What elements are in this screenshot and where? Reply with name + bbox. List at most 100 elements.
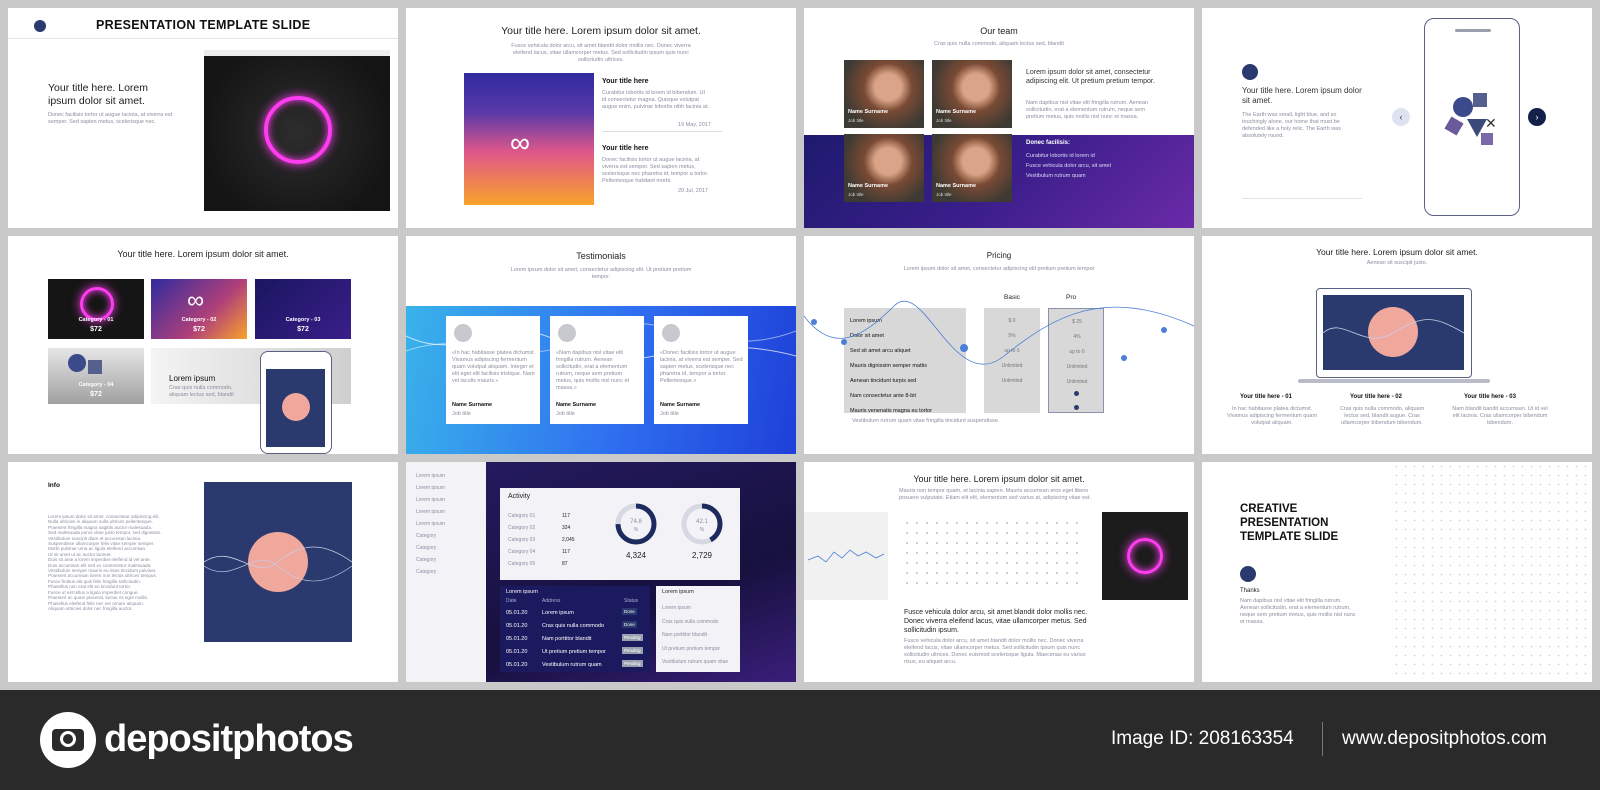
- slide-subtitle: Fusce vehicula dolor arcu, sit amet blan…: [511, 43, 691, 63]
- camera-icon: [40, 712, 96, 768]
- activity-label: Category 03: [508, 537, 536, 543]
- activity-value: 87: [562, 561, 568, 567]
- info-list: Lorem ipsum dolor sit amet, consectetur …: [48, 514, 188, 611]
- slide-8[interactable]: Your title here. Lorem ipsum dolor sit a…: [1202, 236, 1592, 454]
- activity-label: Category 01: [508, 513, 536, 519]
- slide-11[interactable]: Your title here. Lorem ipsum dolor sit a…: [804, 462, 1194, 682]
- list-item: Cras quis nulla commodo: [662, 618, 719, 625]
- slide-body: Donec facilisis tortor ut augue lacinia,…: [48, 112, 173, 125]
- slide-title: Info: [48, 482, 60, 489]
- item-title: Your title here: [602, 145, 649, 152]
- slide-title: Your title here. Lorem ipsum dolor sit a…: [48, 82, 149, 107]
- col-body: Nam blandit bandit accumsan. Ut id vel e…: [1452, 406, 1548, 426]
- list: Curabitur lobortis id lorem id Fusce veh…: [1026, 151, 1111, 181]
- category-card[interactable]: Category - 03 $72: [255, 279, 351, 339]
- chevron-left-icon[interactable]: ‹: [1392, 108, 1410, 126]
- team-lead: Lorem ipsum dolor sit amet, consectetur …: [1026, 69, 1155, 85]
- phone-mockup: ✕: [1424, 18, 1520, 216]
- slide-title: Your title here. Lorem ipsum dolor sit a…: [1242, 86, 1362, 105]
- status-badge: Done: [622, 608, 637, 615]
- sidebar-item: Category: [416, 557, 437, 563]
- image-panel: [204, 56, 390, 211]
- donut-percent: 42.1: [696, 519, 708, 525]
- col-title: Your title here - 02: [1350, 394, 1402, 400]
- status-badge: Pending: [622, 634, 643, 641]
- list-item: Curabitur lobortis id lorem id: [1026, 153, 1095, 159]
- table-cell: Lorem ipsum: [542, 610, 574, 616]
- sidebar: Lorem ipsum Lorem ipsum Lorem ipsum Lorem i…: [406, 462, 486, 682]
- dot-texture: [1392, 462, 1592, 682]
- slide-subtitle: Lorem ipsum dolor sit amet, consectetur …: [510, 267, 692, 280]
- item-body: Donec facilisis tortor ut augue lacinia,…: [602, 157, 709, 184]
- chevron-right-icon[interactable]: ›: [1528, 108, 1546, 126]
- col-body: Cras quis nulla commodo, aliquam lectus …: [1339, 406, 1425, 426]
- slide-7[interactable]: Pricing Lorem ipsum dolor sit amet, cons…: [804, 236, 1194, 454]
- slide-subtitle: Mauris non tempor quam, et lacinia sapie…: [899, 488, 1091, 501]
- activity-title: Activity: [508, 493, 531, 500]
- category-card[interactable]: ∞ Category - 02 $72: [151, 279, 247, 339]
- testimonial-card: «In hac habitasse platea dictumst. Vivam…: [446, 316, 540, 424]
- image-panel: [1102, 512, 1188, 600]
- footnote: Vestibulum rutrum quam vitae fringilla t…: [852, 418, 1000, 424]
- list-item: Vestibulum rutrum quam: [1026, 173, 1086, 179]
- slide-6[interactable]: Testimonials Lorem ipsum dolor sit amet,…: [406, 236, 796, 454]
- donut-unit: %: [700, 527, 705, 533]
- list-item: Nam porttitor blandit: [662, 632, 708, 638]
- list-item: Lorem ipsum: [662, 605, 691, 611]
- activity-value: 117: [562, 549, 570, 555]
- logo-icon: [1242, 64, 1258, 80]
- slide-subtitle: Aenean sit suscipit justo.: [1366, 260, 1428, 266]
- slide-title: Our team: [980, 26, 1018, 36]
- dot-wave: [804, 300, 1194, 365]
- image-panel: [204, 482, 352, 642]
- body-text: Fusce vehicula dolor arcu, sit amet blan…: [904, 638, 1086, 665]
- table-row[interactable]: 05.01.20 Vestibulum rutrum quam Pending: [500, 658, 650, 673]
- gradient-image: ∞: [464, 73, 594, 205]
- sidebar-list: Lorem ipsum Lorem ipsum Lorem ipsum Lorem i…: [416, 470, 445, 578]
- slide-4[interactable]: Your title here. Lorem ipsum dolor sit a…: [1202, 8, 1592, 228]
- item-date: 19 May, 2017: [678, 122, 711, 128]
- activity-card: Activity Category 01 117 Category 02 324 Cat…: [500, 488, 740, 580]
- slide-subtitle: Lorem ipsum dolor sit amet, consectetur …: [903, 266, 1095, 272]
- col-title: Your title here - 01: [1240, 394, 1292, 400]
- orders-table: Lorem ipsum Date Address Status 05.01.20…: [500, 586, 650, 672]
- activity-label: Category 02: [508, 525, 536, 531]
- slide-3[interactable]: Our team Cras quis nulla commodo, aliqua…: [804, 8, 1194, 228]
- sidebar-item: Lorem ipsum: [416, 521, 445, 527]
- team-photo: Name Surname Job title: [844, 134, 924, 202]
- slide-title: Your title here. Lorem ipsum dolor sit a…: [501, 25, 701, 37]
- table-cell: 05.01.20: [506, 610, 528, 616]
- slide-1[interactable]: PRESENTATION TEMPLATE SLIDE Your title h…: [8, 8, 398, 228]
- slide-9[interactable]: Info Lorem ipsum dolor sit amet, consect…: [8, 462, 398, 682]
- logo-icon: [1240, 566, 1256, 582]
- category-card[interactable]: Category - 04 $72: [48, 348, 144, 404]
- slide-title: Your title here. Lorem ipsum dolor sit a…: [1316, 247, 1478, 257]
- activity-row: Category 03 2,045: [508, 534, 578, 546]
- divider: [1242, 198, 1362, 199]
- activity-row: Category 04 117: [508, 546, 578, 558]
- lead-text: Fusce vehicula dolor arcu, sit amet blan…: [904, 609, 1088, 634]
- slide-2[interactable]: Your title here. Lorem ipsum dolor sit a…: [406, 8, 796, 228]
- divider: [602, 131, 722, 132]
- table-cell: Vestibulum rutrum quam: [542, 662, 602, 668]
- category-card[interactable]: Category - 01 $72: [48, 279, 144, 339]
- thanks-label: Thanks: [1240, 588, 1260, 594]
- slide-12[interactable]: CREATIVE PRESENTATION TEMPLATE SLIDE Tha…: [1202, 462, 1592, 682]
- slides-grid: PRESENTATION TEMPLATE SLIDE Your title h…: [0, 0, 1600, 690]
- list-item: Vestibulum rutrum quam vitae: [662, 659, 729, 665]
- infinity-icon: ∞: [187, 287, 205, 314]
- table-cell: Nam porttitor blandit: [542, 636, 592, 642]
- neon-ring: [264, 96, 332, 164]
- list-title: Donec facilisis:: [1026, 140, 1071, 146]
- phone-screen: [266, 369, 325, 447]
- activity-row: Category 01 117: [508, 510, 578, 522]
- team-body: Nam dapibus nisl vitae elit fringilla ru…: [1026, 100, 1148, 120]
- sidebar-item: Lorem ipsum: [416, 497, 445, 503]
- slide-5[interactable]: Your title here. Lorem ipsum dolor sit a…: [8, 236, 398, 454]
- activity-value: 117: [562, 513, 570, 519]
- divider: [8, 38, 398, 39]
- geometric-shapes: ✕: [1444, 89, 1499, 149]
- side-list: Lorem ipsum Lorem ipsum Cras quis nulla c…: [656, 586, 740, 672]
- slide-10[interactable]: Lorem ipsum Lorem ipsum Lorem ipsum Lorem i…: [406, 462, 796, 682]
- testimonial-card: «Nam dapibus nisl vitae elit fringilla r…: [550, 316, 644, 424]
